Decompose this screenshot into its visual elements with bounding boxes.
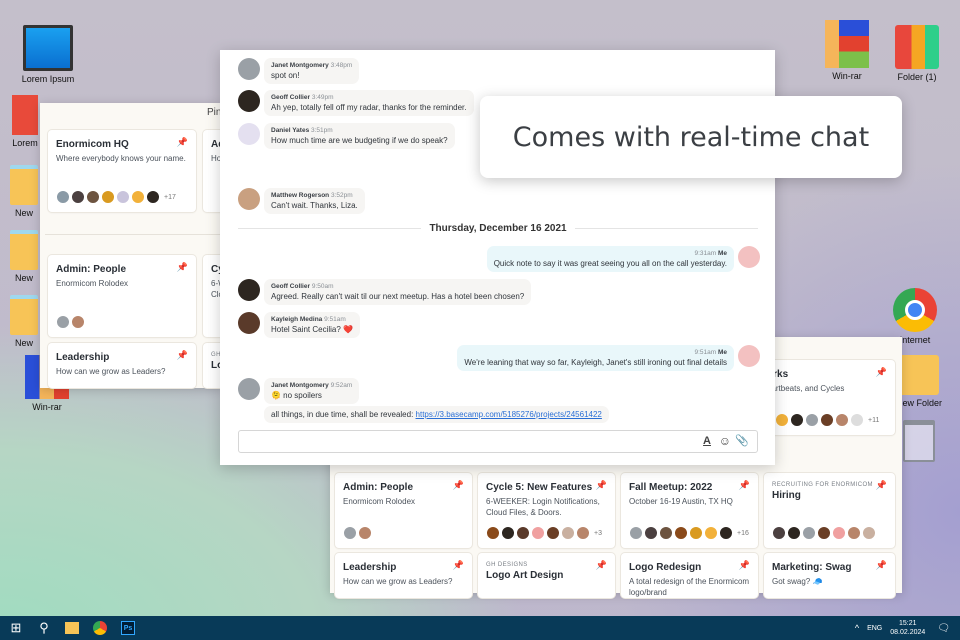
chat-message-followup: all things, in due time, shall be reveal… bbox=[264, 406, 609, 423]
chrome-icon[interactable] bbox=[86, 616, 114, 640]
chat-message: Geoff Collier 9:50am Agreed. Really can't… bbox=[238, 279, 532, 305]
project-link[interactable]: https://3.basecamp.com/5185276/projects/… bbox=[416, 410, 602, 419]
folder-icon bbox=[10, 295, 38, 335]
windows-start-icon[interactable]: ⊞ bbox=[2, 616, 30, 640]
avatar-list bbox=[772, 526, 877, 540]
desktop-icon-folder-1[interactable]: Folder (1) bbox=[882, 25, 952, 82]
project-card[interactable]: 📌 Marketing: Swag Got swag? 🧢 bbox=[764, 553, 895, 598]
chat-message: Matthew Rogerson 3:52pm Can't wait. Thank… bbox=[238, 188, 365, 214]
notification-icon[interactable]: 🗨 bbox=[937, 623, 950, 634]
avatar bbox=[738, 345, 760, 367]
winrar-icon bbox=[825, 20, 869, 68]
desktop-icon-new-2[interactable]: New bbox=[4, 230, 44, 283]
chat-message-self: 9:51am Me We're leaning that way so far, … bbox=[457, 345, 760, 371]
chrome-icon bbox=[893, 288, 937, 332]
project-card[interactable]: 📌 GH DESIGNS Logo Art Design bbox=[478, 553, 615, 598]
pin-icon[interactable]: 📌 bbox=[177, 262, 188, 273]
project-card[interactable]: 📌 Admin: People Enormicom Rolodex bbox=[48, 255, 196, 337]
chat-message: Janet Montgomery 3:48pm spot on! bbox=[238, 58, 360, 84]
project-card[interactable]: 📌 Enormicom HQ Where everybody knows your … bbox=[48, 130, 196, 212]
project-card[interactable]: 📌 Admin: People Enormicom Rolodex bbox=[335, 473, 472, 548]
desktop-icon-new-3[interactable]: New bbox=[4, 295, 44, 348]
pin-icon[interactable]: 📌 bbox=[739, 560, 750, 571]
project-card[interactable]: 📌 Cycle 5: New Features 6-WEEKER: Login No… bbox=[478, 473, 615, 548]
desktop-icon-new-1[interactable]: New bbox=[4, 165, 44, 218]
avatar bbox=[238, 90, 260, 112]
avatar-list bbox=[343, 526, 373, 540]
projects-window-left: Pin 📌 Enormicom HQ Where everybody knows y… bbox=[40, 103, 243, 388]
text-format-icon[interactable]: A bbox=[703, 435, 711, 447]
desktop-icon-winrar-right[interactable]: Win-rar bbox=[812, 20, 882, 81]
chat-message: Daniel Yates 3:51pm How much time are we … bbox=[238, 123, 455, 149]
feature-callout: Comes with real-time chat bbox=[480, 96, 902, 178]
project-card[interactable]: 📌 Leadership How can we grow as Leaders? bbox=[48, 343, 196, 388]
pin-icon[interactable]: 📌 bbox=[876, 560, 887, 571]
project-card[interactable]: 📌 Leadership How can we grow as Leaders? bbox=[335, 553, 472, 598]
photoshop-icon[interactable]: Ps bbox=[114, 616, 142, 640]
pin-icon[interactable]: 📌 bbox=[177, 350, 188, 361]
search-icon[interactable]: ⚲ bbox=[30, 616, 58, 640]
avatar-list: +16 bbox=[629, 526, 749, 540]
language-indicator[interactable]: ENG bbox=[867, 625, 882, 632]
avatar bbox=[238, 123, 260, 145]
project-card[interactable]: 📌 RECRUITING FOR ENORMICOM Hiring bbox=[764, 473, 895, 548]
chat-message-self: 9:31am Me Quick note to say it was great … bbox=[486, 246, 760, 272]
pin-icon[interactable]: 📌 bbox=[876, 480, 887, 491]
recycle-bin-icon[interactable] bbox=[903, 420, 935, 462]
file-explorer-icon[interactable] bbox=[58, 616, 86, 640]
chat-input[interactable]: A ☺ 📎 bbox=[238, 430, 758, 453]
binders-icon bbox=[895, 25, 939, 69]
pin-icon[interactable]: 📌 bbox=[453, 560, 464, 571]
project-card[interactable]: 📌 Logo Redesign A total redesign of the En… bbox=[621, 553, 758, 598]
avatar bbox=[238, 312, 260, 334]
winrar-icon bbox=[12, 95, 38, 135]
chat-message: Geoff Collier 3:49pm Ah yep, totally fell… bbox=[238, 90, 474, 116]
clock[interactable]: 15:21 08.02.2024 bbox=[890, 619, 925, 637]
avatar bbox=[238, 58, 260, 80]
computer-icon bbox=[23, 25, 73, 71]
tray-chevron-icon[interactable]: ^ bbox=[855, 623, 859, 633]
project-card[interactable]: 📌 Fall Meetup: 2022 October 16-19 Austin, … bbox=[621, 473, 758, 548]
pin-icon[interactable]: 📌 bbox=[876, 367, 887, 378]
divider bbox=[45, 234, 222, 235]
pin-icon[interactable]: 📌 bbox=[177, 137, 188, 148]
emoji-icon[interactable]: ☺ bbox=[719, 434, 731, 448]
folder-icon bbox=[899, 355, 939, 395]
avatar-list: +11 bbox=[775, 413, 879, 427]
taskbar: ⊞ ⚲ Ps ^ ENG 15:21 08.02.2024 🗨 bbox=[0, 616, 960, 640]
pin-icon[interactable]: 📌 bbox=[596, 560, 607, 571]
pin-icon[interactable]: 📌 bbox=[453, 480, 464, 491]
avatar bbox=[238, 188, 260, 210]
chat-message: Janet Montgomery 9:52am 🫠 no spoilers bbox=[238, 378, 360, 404]
folder-icon bbox=[10, 165, 38, 205]
desktop-icon-lorem-ipsum[interactable]: Lorem Ipsum bbox=[13, 25, 83, 84]
avatar-list: +3 bbox=[486, 526, 602, 540]
pin-icon[interactable]: 📌 bbox=[739, 480, 750, 491]
pin-icon[interactable]: 📌 bbox=[596, 480, 607, 491]
avatar bbox=[238, 279, 260, 301]
attachment-icon[interactable]: 📎 bbox=[735, 434, 749, 447]
folder-icon bbox=[10, 230, 38, 270]
date-divider: Thursday, December 16 2021 bbox=[238, 223, 759, 234]
avatar bbox=[738, 246, 760, 268]
avatar-list: +17 bbox=[56, 190, 176, 204]
avatar bbox=[238, 378, 260, 400]
avatar-list bbox=[56, 315, 86, 329]
chat-message: Kayleigh Medina 9:51am Hotel Saint Cecili… bbox=[238, 312, 360, 338]
